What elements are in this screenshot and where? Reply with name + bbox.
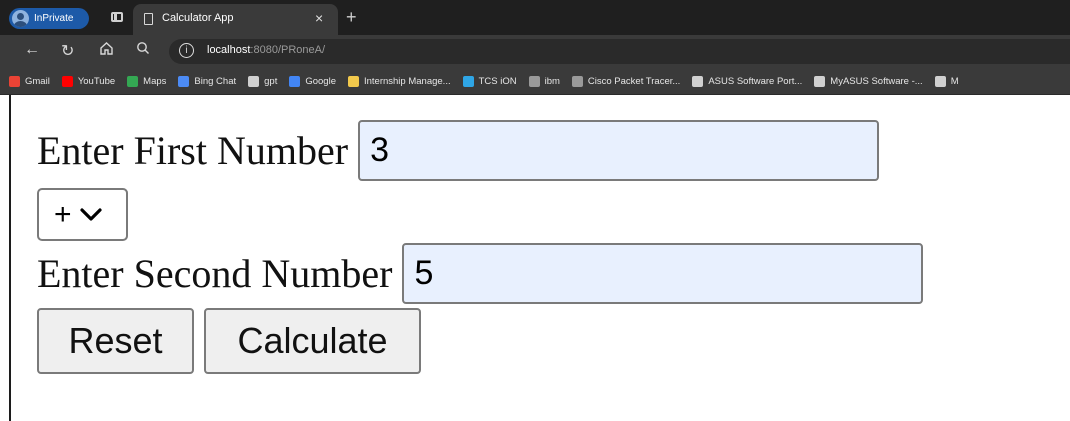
calculate-button[interactable]: Calculate [204, 308, 421, 374]
youtube-icon [61, 75, 73, 87]
tab-title: Calculator App [162, 12, 234, 24]
inprivate-badge[interactable]: InPrivate [9, 8, 89, 29]
second-number-label: Enter Second Number [37, 251, 393, 296]
bookmark-label: Bing Chat [194, 75, 237, 87]
bookmark-label: Cisco Packet Tracer... [587, 75, 681, 87]
bookmark-label: TCS iON [478, 75, 517, 87]
chatgpt-icon [248, 75, 260, 87]
back-icon[interactable]: ← [24, 41, 40, 59]
second-number-row: Enter Second Number 5 [37, 243, 924, 304]
bookmark-item[interactable]: ASUS Software Port... [692, 75, 803, 87]
bookmark-item[interactable]: Bing Chat [178, 75, 237, 87]
new-tab-button[interactable]: + [346, 7, 357, 28]
page-icon [144, 13, 153, 25]
search-icon [178, 75, 190, 87]
address-bar[interactable]: i localhost:8080/PRoneA/ [169, 39, 1070, 64]
url-text: localhost:8080/PRoneA/ [207, 44, 326, 56]
page-icon [692, 75, 704, 87]
page-icon [814, 75, 826, 87]
bookmark-label: gpt [264, 75, 278, 87]
bookmark-label: ibm [544, 75, 560, 87]
tab-calculator-app[interactable]: Calculator App × [133, 4, 338, 35]
tab-actions-icon[interactable] [111, 12, 123, 22]
bookmark-label: M [950, 75, 959, 87]
bookmark-label: MyASUS Software -... [830, 75, 923, 87]
close-icon[interactable]: × [315, 10, 323, 26]
home-icon[interactable] [99, 41, 114, 61]
first-number-label: Enter First Number [37, 128, 349, 173]
bookmark-item[interactable]: MyASUS Software -... [814, 75, 923, 87]
second-number-input[interactable]: 5 [402, 243, 924, 304]
bookmark-item[interactable]: Maps [127, 75, 167, 87]
bookmark-item[interactable]: Google [289, 75, 336, 87]
bookmark-label: ASUS Software Port... [708, 75, 803, 87]
bookmark-item[interactable]: Internship Manage... [347, 75, 451, 87]
inprivate-label: InPrivate [34, 13, 74, 24]
page-content: Enter First Number 3 + Enter Second Numb… [9, 95, 1070, 421]
search-icon[interactable] [136, 41, 150, 60]
browser-tab-strip: InPrivate Calculator App × + [0, 0, 1070, 35]
bookmark-item[interactable]: ibm [528, 75, 560, 87]
operator-select[interactable]: + [37, 188, 128, 241]
bookmark-label: Internship Manage... [363, 75, 451, 87]
site-info-icon[interactable]: i [179, 43, 194, 58]
bookmark-item[interactable]: TCS iON [462, 75, 517, 87]
bookmark-label: Gmail [25, 75, 50, 87]
profile-avatar-icon [12, 10, 29, 27]
chevron-down-icon [79, 207, 102, 221]
page-icon [934, 75, 946, 87]
first-number-row: Enter First Number 3 [37, 120, 880, 181]
bookmark-label: YouTube [77, 75, 116, 87]
first-number-input[interactable]: 3 [358, 120, 880, 181]
bookmark-label: Maps [143, 75, 167, 87]
address-bar-row: ← ↻ i localhost:8080/PRoneA/ [0, 35, 1070, 68]
operator-value: + [54, 197, 72, 231]
google-icon [289, 75, 301, 87]
bookmarks-bar: Gmail YouTube Maps Bing Chat gpt Google Intern… [0, 68, 1070, 95]
bookmark-label: Google [305, 75, 336, 87]
cisco-icon [571, 75, 583, 87]
bookmark-item[interactable]: gpt [248, 75, 278, 87]
bookmark-item[interactable]: M [934, 75, 959, 87]
bookmark-item[interactable]: YouTube [61, 75, 116, 87]
folder-icon [347, 75, 359, 87]
bookmark-item[interactable]: Gmail [9, 75, 50, 87]
bookmark-item[interactable]: Cisco Packet Tracer... [571, 75, 681, 87]
maps-icon [127, 75, 139, 87]
power-icon [462, 75, 474, 87]
reload-icon[interactable]: ↻ [61, 41, 74, 61]
gmail-icon [9, 75, 20, 87]
ibm-icon [528, 75, 540, 87]
reset-button[interactable]: Reset [37, 308, 194, 374]
